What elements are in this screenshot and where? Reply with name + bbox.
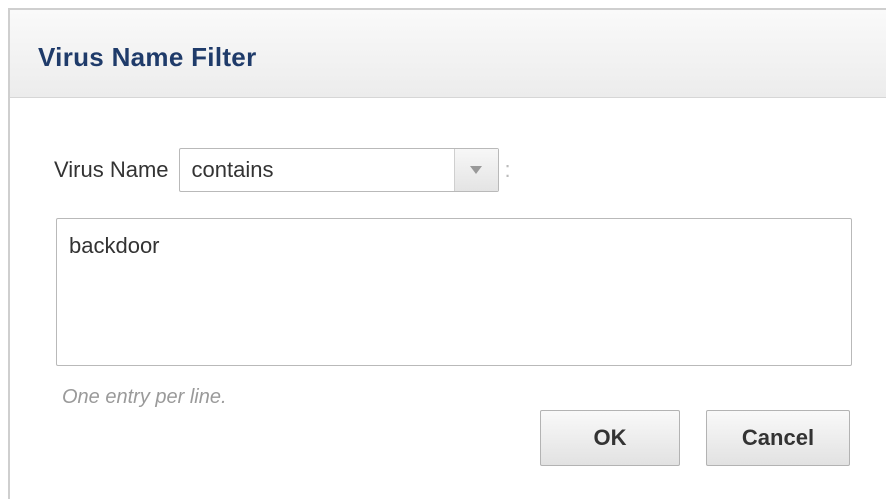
ok-button[interactable]: OK <box>540 410 680 466</box>
cancel-button[interactable]: Cancel <box>706 410 850 466</box>
virus-name-label: Virus Name <box>54 157 169 182</box>
filter-row: Virus Name contains : <box>54 148 511 192</box>
virus-names-textarea[interactable] <box>56 218 852 366</box>
dialog-title: Virus Name Filter <box>38 42 257 72</box>
dialog-titlebar: Virus Name Filter <box>10 10 886 98</box>
label-colon: : <box>504 157 511 182</box>
match-type-select[interactable]: contains <box>178 148 499 192</box>
virus-name-filter-dialog: Virus Name Filter Virus Name contains : … <box>8 8 886 499</box>
match-type-value: contains <box>191 157 274 182</box>
entry-hint: One entry per line. <box>62 386 227 408</box>
chevron-down-icon[interactable] <box>453 149 498 191</box>
